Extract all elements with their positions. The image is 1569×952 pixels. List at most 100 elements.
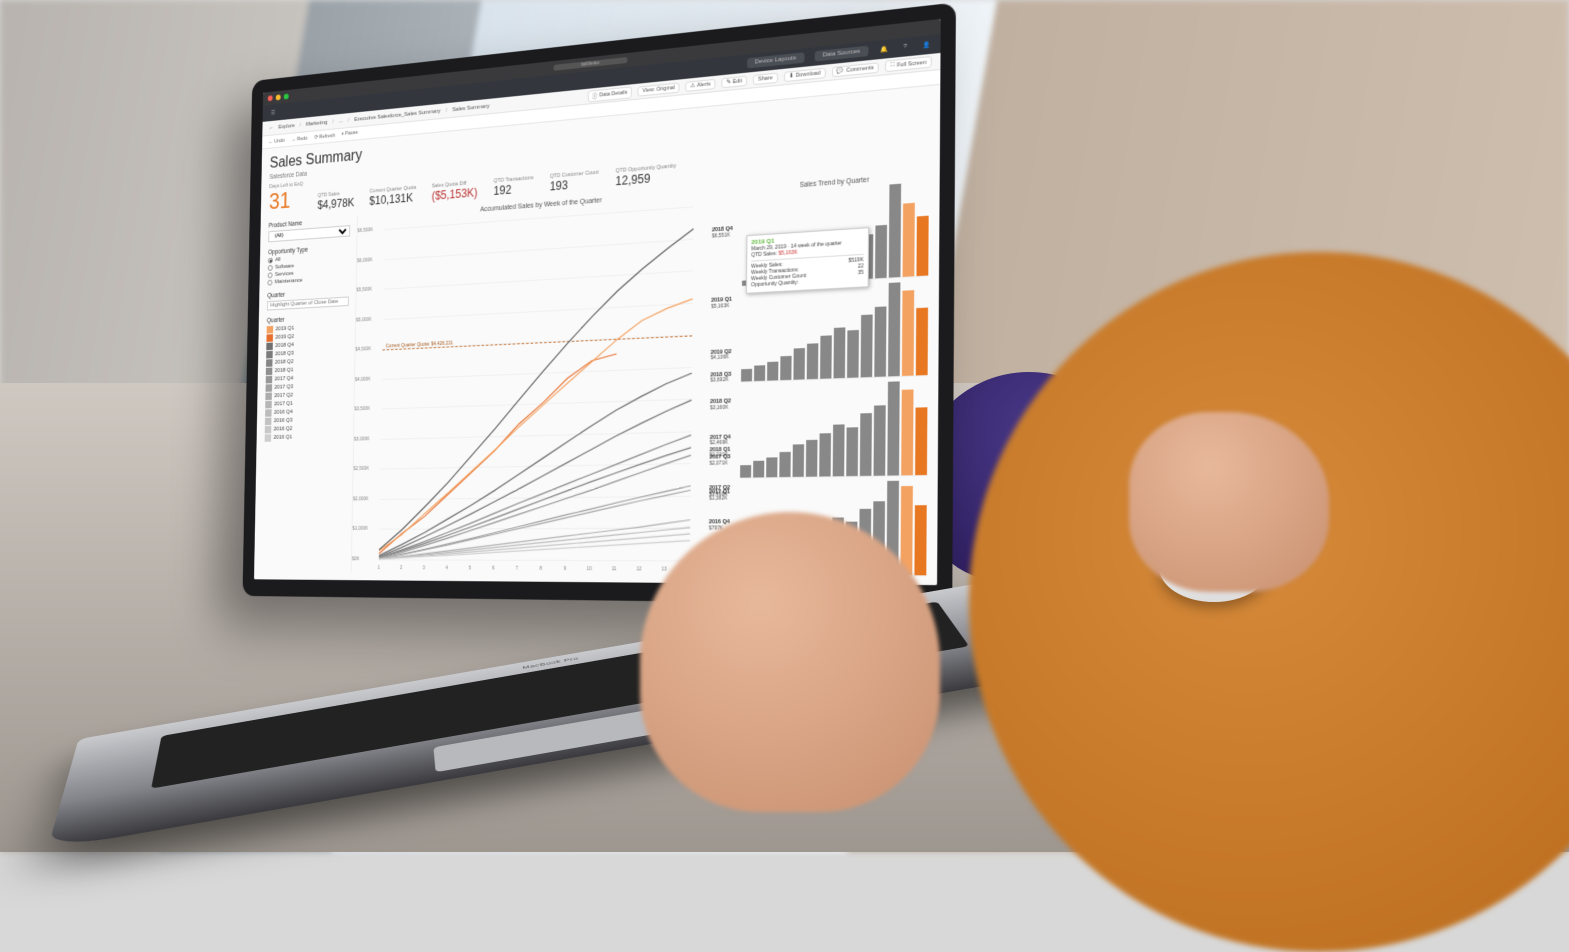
legend-label: 2017 Q4 — [275, 376, 294, 382]
kpi-card: Sales Quota Diff($5,153K) — [431, 180, 477, 203]
legend-swatch-icon — [266, 376, 273, 384]
nav-menu-icon[interactable]: ☰ — [269, 108, 277, 118]
bar[interactable] — [902, 290, 914, 376]
x-axis-tick: 12 — [636, 566, 641, 572]
view-original-button[interactable]: View: Original — [638, 82, 680, 96]
bar[interactable] — [916, 216, 928, 276]
fullscreen-button[interactable]: ⛶Full Screen — [885, 56, 932, 72]
minimize-window-icon[interactable] — [276, 94, 281, 100]
bar[interactable] — [903, 202, 915, 276]
bar[interactable] — [860, 413, 872, 476]
y-axis-tick: $3,000K — [354, 436, 370, 442]
kpi-value: ($5,153K) — [431, 186, 477, 203]
series-end-label: 2017 Q4$2,469K — [710, 434, 731, 447]
kpi-card: QTD Customer Count193 — [550, 170, 599, 194]
y-axis-tick: $1,000K — [352, 526, 368, 532]
data-details-button[interactable]: ⓘData Details — [587, 86, 632, 102]
back-icon[interactable]: ← — [269, 125, 274, 131]
bar[interactable] — [874, 405, 886, 476]
bar[interactable] — [834, 327, 846, 378]
bell-icon[interactable]: 🔔 — [879, 43, 890, 55]
bar[interactable] — [833, 424, 845, 476]
bar[interactable] — [847, 330, 859, 378]
redo-button[interactable]: → Redo — [291, 135, 307, 142]
breadcrumb-item: ... — [339, 118, 343, 124]
bar[interactable] — [887, 381, 899, 475]
bar[interactable] — [916, 308, 928, 376]
y-axis-tick: $2,000K — [353, 496, 369, 502]
bar[interactable] — [819, 433, 831, 477]
quarter-highlight-input[interactable] — [267, 297, 349, 311]
legend-label: 2017 Q2 — [274, 393, 293, 399]
legend-swatch-icon — [265, 393, 272, 401]
bar[interactable] — [793, 444, 805, 477]
bar[interactable] — [915, 407, 927, 475]
bar-chart-row[interactable] — [741, 281, 928, 383]
y-axis-tick: $5,000K — [356, 317, 372, 323]
bar[interactable] — [753, 461, 764, 478]
bar[interactable] — [820, 335, 832, 379]
legend-swatch-icon — [265, 401, 272, 409]
edit-button[interactable]: ✎Edit — [721, 75, 747, 88]
bar[interactable] — [875, 225, 887, 278]
series-end-label: 2018 Q2$3,160K — [710, 399, 731, 412]
legend-label: 2016 Q3 — [274, 418, 293, 424]
dashboard-body: Sales Summary Salesforce Data Days Left … — [254, 85, 940, 585]
undo-button[interactable]: ← Undo — [269, 138, 285, 145]
refresh-button[interactable]: ⟳ Refresh — [314, 133, 335, 141]
maximize-window-icon[interactable] — [284, 94, 289, 100]
comments-button[interactable]: 💬Comments — [832, 62, 879, 77]
filter-panel: Product Name (All) Opportunity Type AllS… — [262, 217, 350, 573]
kpi-value: $4,978K — [317, 196, 354, 212]
series-end-label: 2018 Q4$6,551K — [712, 226, 733, 240]
bar[interactable] — [888, 282, 900, 376]
bar[interactable] — [874, 306, 886, 377]
bar[interactable] — [780, 356, 791, 380]
bar[interactable] — [741, 369, 752, 381]
legend-label: 2019 Q2 — [275, 334, 294, 340]
bar[interactable] — [861, 315, 873, 378]
bar[interactable] — [754, 366, 765, 382]
bar[interactable] — [793, 348, 805, 380]
bar[interactable] — [846, 428, 858, 477]
series-end-label: 2017 Q1$1,382K — [709, 490, 730, 503]
user-icon[interactable]: 👤 — [921, 39, 932, 51]
kpi-value: 31 — [269, 188, 291, 216]
close-window-icon[interactable] — [268, 95, 273, 101]
breadcrumb-item[interactable]: Marketing — [306, 119, 328, 127]
series-end-label: 2019 Q1$5,163K — [711, 297, 732, 310]
legend-label: 2016 Q2 — [274, 426, 293, 432]
kpi-card: QTD Sales$4,978K — [317, 190, 354, 212]
legend-label: 2018 Q2 — [275, 359, 294, 365]
data-sources-button[interactable]: Data Sources — [814, 46, 868, 62]
legend-item[interactable]: 2016 Q1 — [265, 432, 347, 442]
bar[interactable] — [807, 344, 819, 380]
legend-label: 2016 Q1 — [273, 435, 292, 441]
alerts-button[interactable]: ⚠Alerts — [685, 78, 715, 91]
bar[interactable] — [901, 389, 913, 475]
breadcrumb-root[interactable]: Explore — [278, 123, 294, 130]
bar[interactable] — [779, 452, 790, 477]
bar[interactable] — [740, 465, 751, 478]
fullscreen-icon: ⛶ — [891, 62, 895, 70]
help-icon[interactable]: ? — [900, 41, 911, 53]
product-name-select[interactable]: (All) — [268, 225, 350, 242]
bar[interactable] — [806, 440, 818, 477]
download-button[interactable]: ⬇Download — [784, 67, 826, 82]
pencil-icon: ✎ — [726, 79, 731, 86]
bar[interactable] — [914, 505, 926, 575]
bar-chart-row[interactable] — [740, 380, 928, 478]
bar[interactable] — [889, 184, 901, 278]
accumulated-sales-chart[interactable]: Accumulated Sales by Week of the Quarter… — [351, 187, 735, 575]
radio-label: Services — [275, 271, 294, 278]
legend-label: 2018 Q3 — [275, 351, 294, 357]
device-layouts-button[interactable]: Device Layouts — [747, 52, 804, 68]
share-button[interactable]: Share — [753, 72, 778, 85]
legend-label: 2017 Q3 — [274, 384, 293, 390]
tooltip-qtd-sales: $5,163K — [779, 250, 798, 257]
y-axis-tick: $6,500K — [357, 227, 373, 234]
radio-label: Maintenance — [275, 278, 303, 285]
bar[interactable] — [766, 457, 777, 477]
bar[interactable] — [767, 362, 778, 381]
pause-button[interactable]: ⏸ Pause — [341, 130, 358, 138]
